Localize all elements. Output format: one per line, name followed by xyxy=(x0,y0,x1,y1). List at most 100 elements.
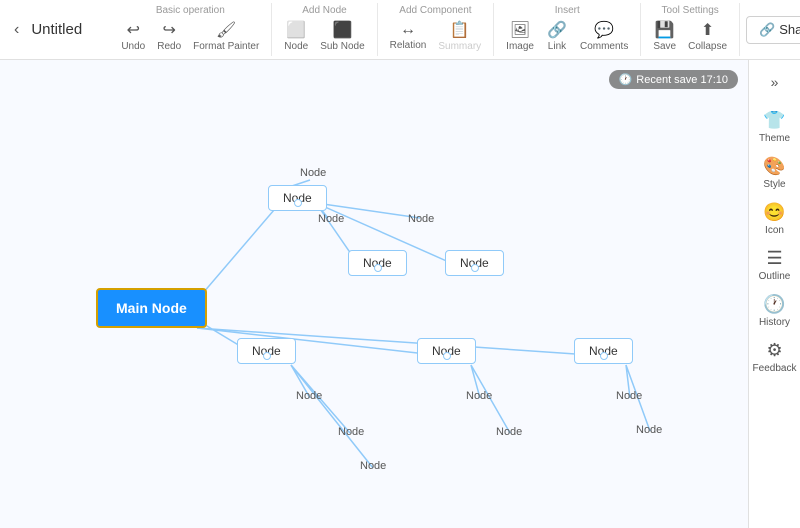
node-box-1[interactable]: Node xyxy=(268,185,327,211)
toolbar-group-label: Insert xyxy=(555,5,580,16)
back-button[interactable]: ‹ xyxy=(8,17,25,43)
toolbar-group-label: Basic operation xyxy=(156,5,225,16)
undo-label: Undo xyxy=(121,41,145,52)
toolbar-btn-undo[interactable]: ↩Undo xyxy=(117,18,149,54)
sidebar-item-outline[interactable]: ☰ Outline xyxy=(749,242,800,288)
toolbar-btn-link[interactable]: 🔗Link xyxy=(542,18,572,54)
node-box-3[interactable]: Node xyxy=(445,250,504,276)
toolbar-group-label: Add Component xyxy=(399,5,471,16)
node-box-5[interactable]: Node xyxy=(417,338,476,364)
share-button[interactable]: 🔗 Share xyxy=(746,16,800,44)
node-icon: ⬜ xyxy=(286,20,306,40)
redo-icon: ↪ xyxy=(162,20,175,40)
toolbar-btn-comments[interactable]: 💬Comments xyxy=(576,18,632,54)
toolbar-btn-summary[interactable]: 📋Summary xyxy=(434,18,485,54)
node-text-4: Node xyxy=(296,390,322,402)
sidebar-item-style[interactable]: 🎨 Style xyxy=(749,150,800,196)
sidebar-item-history[interactable]: 🕐 History xyxy=(749,288,800,334)
node-text-6: Node xyxy=(616,390,642,402)
node-box-2[interactable]: Node xyxy=(348,250,407,276)
save-icon: 💾 xyxy=(655,20,675,40)
sidebar-item-label-outline: Outline xyxy=(759,271,791,282)
toolbar-btn-node[interactable]: ⬜Node xyxy=(280,18,312,54)
canvas[interactable]: 🕐 Recent save 17:10 xyxy=(0,60,748,528)
outline-icon: ☰ xyxy=(766,248,782,269)
save-label: Save xyxy=(653,41,676,52)
toolbar-group-add-component: Add Component↔Relation📋Summary xyxy=(378,3,495,56)
undo-icon: ↩ xyxy=(127,20,140,40)
document-title: Untitled xyxy=(31,21,91,38)
toolbar: ‹ Untitled Basic operation↩Undo↪Redo🖌For… xyxy=(0,0,800,60)
node-label: Node xyxy=(284,41,308,52)
feedback-icon: ⚙ xyxy=(766,340,782,361)
toolbar-btn-collapse[interactable]: ⬆Collapse xyxy=(684,18,731,54)
node-text-2: Node xyxy=(318,213,344,225)
toolbar-groups: Basic operation↩Undo↪Redo🖌Format Painter… xyxy=(109,3,740,56)
sidebar-item-label-feedback: Feedback xyxy=(753,363,797,374)
sidebar-collapse-button[interactable]: » xyxy=(761,68,789,96)
connector-dot-2 xyxy=(374,264,382,272)
history-icon: 🕐 xyxy=(763,294,785,315)
toolbar-btn-image[interactable]: 🖼Image xyxy=(502,18,538,54)
comments-icon: 💬 xyxy=(594,20,614,40)
recent-save-text: Recent save 17:10 xyxy=(636,74,728,86)
node-text-1: Node xyxy=(300,167,326,179)
summary-icon: 📋 xyxy=(450,20,470,40)
toolbar-btn-sub-node[interactable]: ⬛Sub Node xyxy=(316,18,368,54)
toolbar-group-label: Add Node xyxy=(302,5,346,16)
node-box-6[interactable]: Node xyxy=(574,338,633,364)
header-actions: 🔗 Share ⬆ Export xyxy=(746,16,800,44)
node-text-9: Node xyxy=(636,424,662,436)
connector-dot-4 xyxy=(263,352,271,360)
toolbar-group-basic-operation: Basic operation↩Undo↪Redo🖌Format Painter xyxy=(109,3,272,56)
clock-icon: 🕐 xyxy=(619,73,633,86)
sidebar-item-icon[interactable]: 😊Icon xyxy=(749,196,800,242)
toolbar-group-insert: Insert🖼Image🔗Link💬Comments xyxy=(494,3,641,56)
relation-icon: ↔ xyxy=(400,21,416,39)
recent-save-badge: 🕐 Recent save 17:10 xyxy=(609,70,738,89)
node-box-4[interactable]: Node xyxy=(237,338,296,364)
link-icon: 🔗 xyxy=(547,20,567,40)
share-label: Share xyxy=(779,22,800,37)
main-area: 🕐 Recent save 17:10 xyxy=(0,60,800,528)
relation-label: Relation xyxy=(390,40,427,51)
connector-dot-6 xyxy=(600,352,608,360)
toolbar-btn-format-painter[interactable]: 🖌Format Painter xyxy=(189,18,263,54)
toolbar-btn-save[interactable]: 💾Save xyxy=(649,18,680,54)
collapse-icon: ⬆ xyxy=(701,20,714,40)
node-text-10: Node xyxy=(360,460,386,472)
node-text-8: Node xyxy=(496,426,522,438)
collapse-label: Collapse xyxy=(688,41,727,52)
sidebar-items: 👕 Theme 🎨 Style 😊Icon ☰ Outline 🕐 History ⚙ Feedba… xyxy=(749,104,800,380)
sidebar-item-label-style: Style xyxy=(763,179,785,190)
summary-label: Summary xyxy=(438,41,481,52)
comments-label: Comments xyxy=(580,41,628,52)
share-icon: 🔗 xyxy=(759,22,775,38)
connector-dot-3 xyxy=(471,264,479,272)
toolbar-group-label: Tool Settings xyxy=(662,5,719,16)
format-painter-icon: 🖌 xyxy=(216,20,236,40)
main-node-label: Main Node xyxy=(116,300,187,316)
toolbar-btn-relation[interactable]: ↔Relation xyxy=(386,19,431,53)
connector-dot-5 xyxy=(443,352,451,360)
toolbar-group-tool-settings: Tool Settings💾Save⬆Collapse xyxy=(641,3,740,56)
sidebar-item-theme[interactable]: 👕 Theme xyxy=(749,104,800,150)
style-icon: 🎨 xyxy=(763,156,785,177)
toolbar-btn-redo[interactable]: ↪Redo xyxy=(153,18,185,54)
format-painter-label: Format Painter xyxy=(193,41,259,52)
connector-dot-1 xyxy=(294,199,302,207)
right-sidebar: » 👕 Theme 🎨 Style 😊Icon ☰ Outline 🕐 History ⚙ Feed… xyxy=(748,60,800,528)
sidebar-item-label-history: History xyxy=(759,317,790,328)
theme-icon: 👕 xyxy=(763,110,785,131)
node-text-7: Node xyxy=(338,426,364,438)
sidebar-item-feedback[interactable]: ⚙ Feedback xyxy=(749,334,800,380)
main-node[interactable]: Main Node xyxy=(96,288,207,328)
image-label: Image xyxy=(506,41,534,52)
sidebar-item-label-theme: Theme xyxy=(759,133,790,144)
sub-node-icon: ⬛ xyxy=(332,20,352,40)
icon-icon: 😊 xyxy=(763,202,785,223)
link-label: Link xyxy=(548,41,566,52)
node-text-5: Node xyxy=(466,390,492,402)
redo-label: Redo xyxy=(157,41,181,52)
image-icon: 🖼 xyxy=(510,20,530,40)
